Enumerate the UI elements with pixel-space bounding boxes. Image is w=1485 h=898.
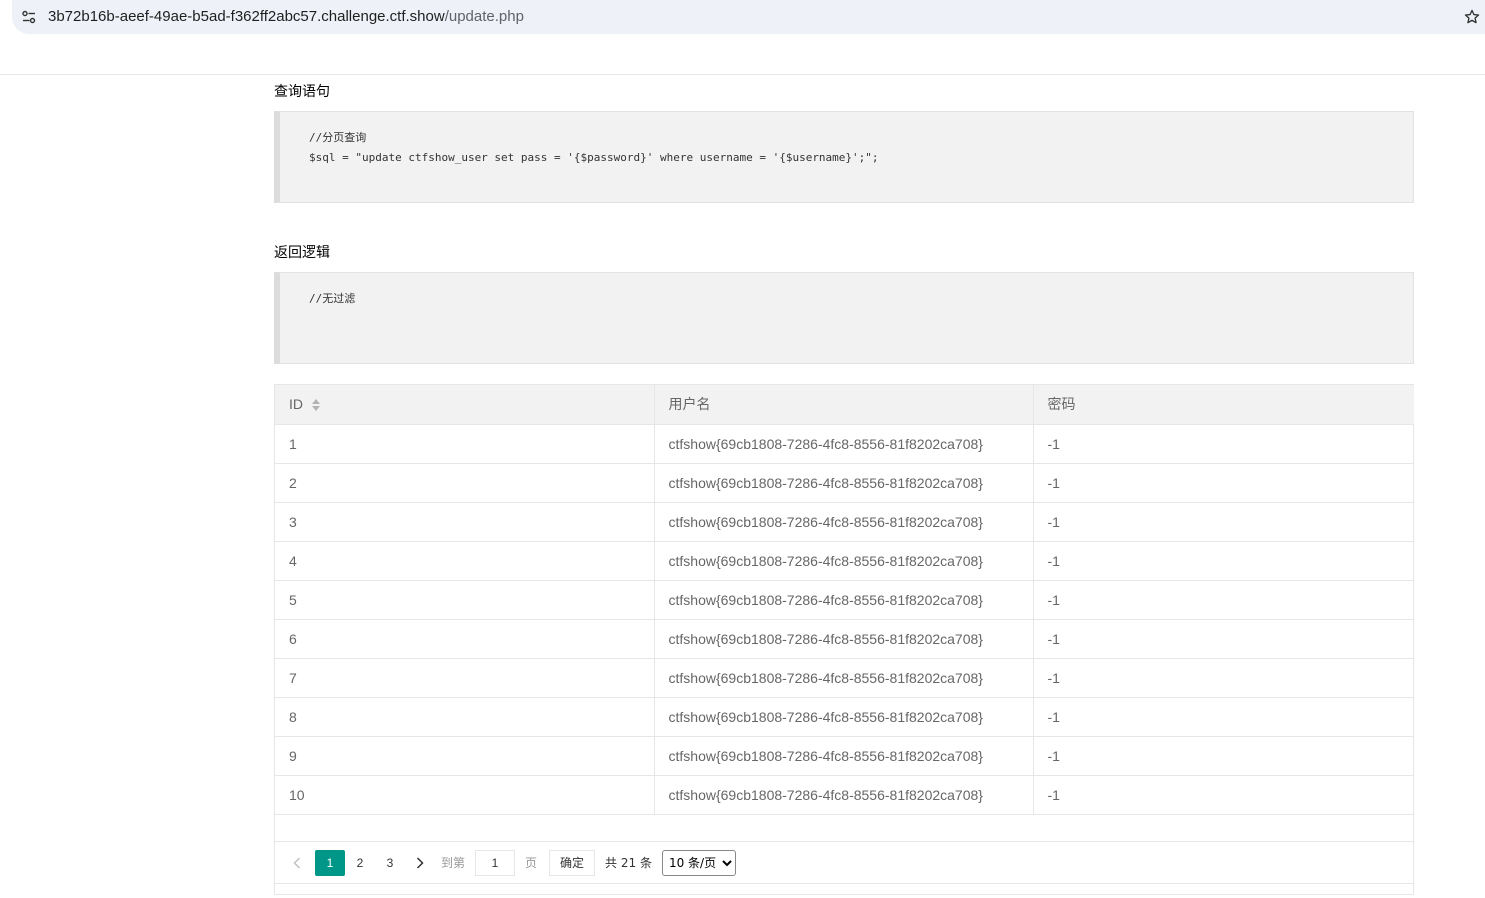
goto-page-input[interactable] (475, 849, 516, 876)
cell-username: ctfshow{69cb1808-7286-4fc8-8556-81f8202c… (654, 697, 1034, 737)
cell-password: -1 (1033, 619, 1414, 659)
table-row: 4 ctfshow{69cb1808-7286-4fc8-8556-81f8202… (275, 541, 1414, 581)
site-settings-icon[interactable] (21, 9, 37, 25)
cell-username: ctfshow{69cb1808-7286-4fc8-8556-81f8202c… (654, 580, 1034, 620)
sort-icon[interactable] (311, 398, 321, 412)
cell-password: -1 (1033, 658, 1414, 698)
cell-username: ctfshow{69cb1808-7286-4fc8-8556-81f8202c… (654, 541, 1034, 581)
cell-id: 6 (275, 619, 655, 659)
cell-username: ctfshow{69cb1808-7286-4fc8-8556-81f8202c… (654, 619, 1034, 659)
table-row: 2 ctfshow{69cb1808-7286-4fc8-8556-81f8202… (275, 463, 1414, 503)
table-row: 9 ctfshow{69cb1808-7286-4fc8-8556-81f8202… (275, 736, 1414, 776)
return-section-title: 返回逻辑 (274, 245, 330, 261)
cell-id: 9 (275, 736, 655, 776)
page-button-3[interactable]: 3 (375, 850, 405, 876)
cell-username: ctfshow{69cb1808-7286-4fc8-8556-81f8202c… (654, 775, 1034, 815)
page-unit-label: 页 (525, 856, 538, 870)
cell-id: 10 (275, 775, 655, 815)
table-row: 6 ctfshow{69cb1808-7286-4fc8-8556-81f8202… (275, 619, 1414, 659)
code-line: //无过滤 (309, 292, 356, 305)
prev-page-button[interactable] (287, 853, 307, 873)
table-header-row: ID 用户名 密码 (275, 385, 1414, 425)
cell-id: 2 (275, 463, 655, 503)
cell-password: -1 (1033, 463, 1414, 503)
table-bottom-divider (274, 894, 1414, 895)
cell-id: 1 (275, 424, 655, 464)
total-count: 共 21 条 (605, 856, 652, 870)
confirm-button[interactable]: 确定 (549, 849, 596, 876)
cell-password: -1 (1033, 697, 1414, 737)
query-section-title: 查询语句 (274, 84, 330, 100)
bookmark-star-icon[interactable] (1463, 8, 1481, 26)
cell-password: -1 (1033, 502, 1414, 542)
table-row: 5 ctfshow{69cb1808-7286-4fc8-8556-81f8202… (275, 580, 1414, 620)
chevron-right-icon (416, 856, 424, 869)
column-header-label: ID (289, 396, 303, 413)
cell-id: 3 (275, 502, 655, 542)
cell-id: 5 (275, 580, 655, 620)
pagination: 1 2 3 到第 页 确定 共 21 条 10 条/页 (274, 841, 1414, 884)
cell-password: -1 (1033, 775, 1414, 815)
code-line: $sql = "update ctfshow_user set pass = '… (309, 151, 879, 164)
page-size-select[interactable]: 10 条/页 (661, 849, 736, 876)
page-button-2[interactable]: 2 (345, 850, 375, 876)
address-bar[interactable]: 3b72b16b-aeef-49ae-b5ad-f362ff2abc57.cha… (12, 0, 1485, 34)
goto-label: 到第 (441, 856, 466, 870)
header-divider (0, 74, 1485, 75)
cell-id: 8 (275, 697, 655, 737)
table-row: 10 ctfshow{69cb1808-7286-4fc8-8556-81f820… (275, 775, 1414, 815)
cell-password: -1 (1033, 424, 1414, 464)
cell-username: ctfshow{69cb1808-7286-4fc8-8556-81f8202c… (654, 463, 1034, 503)
column-header-id[interactable]: ID (275, 385, 655, 425)
cell-id: 7 (275, 658, 655, 698)
table-row: 7 ctfshow{69cb1808-7286-4fc8-8556-81f8202… (275, 658, 1414, 698)
column-header-password: 密码 (1033, 385, 1414, 425)
cell-password: -1 (1033, 580, 1414, 620)
next-page-button[interactable] (405, 850, 435, 876)
cell-username: ctfshow{69cb1808-7286-4fc8-8556-81f8202c… (654, 736, 1034, 776)
query-code-block: //分页查询 $sql = "update ctfshow_user set p… (274, 111, 1414, 203)
cell-password: -1 (1033, 736, 1414, 776)
cell-id: 4 (275, 541, 655, 581)
return-code-block: //无过滤 (274, 272, 1414, 364)
table-row: 3 ctfshow{69cb1808-7286-4fc8-8556-81f8202… (275, 502, 1414, 542)
code-line: //分页查询 (309, 131, 367, 144)
cell-username: ctfshow{69cb1808-7286-4fc8-8556-81f8202c… (654, 502, 1034, 542)
url-host: 3b72b16b-aeef-49ae-b5ad-f362ff2abc57.cha… (48, 8, 445, 25)
page-button-1[interactable]: 1 (315, 849, 345, 876)
cell-username: ctfshow{69cb1808-7286-4fc8-8556-81f8202c… (654, 658, 1034, 698)
url-text[interactable]: 3b72b16b-aeef-49ae-b5ad-f362ff2abc57.cha… (48, 8, 524, 25)
table-row: 1 ctfshow{69cb1808-7286-4fc8-8556-81f8202… (275, 424, 1414, 464)
data-table: ID 用户名 密码 1 ctfshow{69cb1808-7286-4fc8-85… (274, 384, 1414, 894)
url-path: /update.php (444, 8, 524, 25)
table-row: 8 ctfshow{69cb1808-7286-4fc8-8556-81f8202… (275, 697, 1414, 737)
column-header-username: 用户名 (654, 385, 1034, 425)
cell-password: -1 (1033, 541, 1414, 581)
cell-username: ctfshow{69cb1808-7286-4fc8-8556-81f8202c… (654, 424, 1034, 464)
chevron-left-icon (293, 856, 301, 869)
